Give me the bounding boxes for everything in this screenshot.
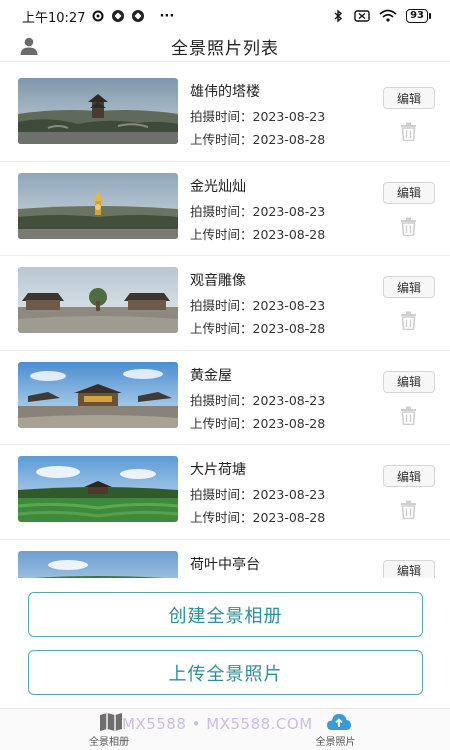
- trash-icon[interactable]: [400, 217, 417, 236]
- page-header: 全景照片列表: [0, 32, 450, 62]
- photo-title: 金光灿灿: [190, 178, 246, 195]
- status-left: 上午10:27 ···: [22, 7, 174, 26]
- app-notification-icon-2: [132, 10, 145, 22]
- photo-upload-date: 上传时间：2023-08-28: [190, 132, 326, 147]
- photo-list-item[interactable]: 荷叶中亭台 编辑: [0, 540, 450, 578]
- edit-button[interactable]: 编辑: [383, 276, 435, 298]
- edit-button[interactable]: 编辑: [383, 181, 435, 204]
- map-icon: [100, 712, 122, 731]
- tab-album-label: 全景相册: [89, 736, 129, 748]
- photo-list-item[interactable]: 黄金屋 拍摄时间：2023-08-23 上传时间：2023-08-28 编辑: [0, 351, 450, 445]
- photo-list[interactable]: 雄伟的塔楼 拍摄时间：2023-08-23 上传时间：2023-08-28 编辑: [0, 67, 450, 578]
- sim-disabled-icon: [354, 10, 370, 22]
- photo-list-item[interactable]: 观音雕像 拍摄时间：2023-08-23 上传时间：2023-08-28 编辑: [0, 256, 450, 351]
- trash-icon[interactable]: [400, 500, 417, 519]
- cloud-upload-icon: [326, 713, 351, 730]
- photo-title: 雄伟的塔楼: [190, 84, 260, 100]
- photo-title: 荷叶中亭台: [190, 556, 260, 573]
- status-right: 93: [331, 9, 431, 23]
- status-bar: 上午10:27 ··· 93: [0, 0, 450, 32]
- photo-shot-date: 拍摄时间：2023-08-23: [190, 109, 326, 124]
- photo-thumbnail[interactable]: [18, 550, 178, 578]
- edit-button[interactable]: 编辑: [383, 465, 435, 487]
- upload-photo-button[interactable]: 上传全景照片: [28, 650, 423, 695]
- bluetooth-icon: [334, 9, 343, 23]
- photo-thumbnail[interactable]: [18, 456, 178, 522]
- photo-thumbnail[interactable]: [18, 172, 178, 239]
- photo-upload-date: 上传时间：2023-08-28: [190, 510, 326, 525]
- status-time: 上午10:27: [22, 10, 86, 26]
- photo-shot-date: 拍摄时间：2023-08-23: [190, 487, 326, 502]
- page-title: 全景照片列表: [171, 39, 279, 59]
- photo-title: 黄金屋: [190, 367, 232, 384]
- photo-thumbnail[interactable]: [18, 361, 178, 428]
- battery-indicator: 93: [406, 9, 431, 23]
- photo-thumbnail[interactable]: [18, 267, 178, 333]
- app-notification-icon: [112, 10, 125, 22]
- photo-list-item[interactable]: 雄伟的塔楼 拍摄时间：2023-08-23 上传时间：2023-08-28 编辑: [0, 67, 450, 162]
- edit-button[interactable]: 编辑: [383, 559, 435, 578]
- edit-button[interactable]: 编辑: [383, 87, 435, 109]
- photo-title: 大片荷塘: [190, 462, 246, 478]
- tab-photo-label: 全景照片: [315, 736, 356, 748]
- photo-shot-date: 拍摄时间：2023-08-23: [190, 392, 326, 408]
- settings-icon: [92, 10, 104, 22]
- trash-icon[interactable]: [400, 311, 417, 330]
- create-album-button[interactable]: 创建全景相册: [28, 592, 423, 637]
- photo-list-item[interactable]: 金光灿灿 拍摄时间：2023-08-23 上传时间：2023-08-28 编辑: [0, 162, 450, 256]
- edit-button[interactable]: 编辑: [383, 370, 435, 393]
- tab-photo[interactable]: 全景照片: [224, 709, 450, 750]
- user-icon[interactable]: [19, 36, 39, 56]
- photo-shot-date: 拍摄时间：2023-08-23: [190, 298, 326, 313]
- trash-icon[interactable]: [400, 406, 417, 425]
- photo-upload-date: 上传时间：2023-08-28: [190, 415, 326, 431]
- wifi-icon: [379, 9, 397, 22]
- tab-album[interactable]: 全景相册: [0, 709, 224, 750]
- app-screen: 上午10:27 ··· 93 全景照片列表 雄伟的塔楼 拍摄时间：2023-08…: [0, 0, 450, 750]
- photo-title: 观音雕像: [190, 273, 246, 289]
- photo-shot-date: 拍摄时间：2023-08-23: [190, 203, 326, 219]
- photo-upload-date: 上传时间：2023-08-28: [190, 226, 326, 242]
- photo-list-item[interactable]: 大片荷塘 拍摄时间：2023-08-23 上传时间：2023-08-28 编辑: [0, 445, 450, 540]
- action-panel: 创建全景相册 上传全景照片: [0, 578, 450, 708]
- status-more: ···: [159, 8, 175, 24]
- bottom-tab-bar: 全景相册 全景照片: [0, 708, 450, 750]
- trash-icon[interactable]: [400, 122, 417, 141]
- photo-upload-date: 上传时间：2023-08-28: [190, 321, 326, 336]
- photo-thumbnail[interactable]: [18, 78, 178, 144]
